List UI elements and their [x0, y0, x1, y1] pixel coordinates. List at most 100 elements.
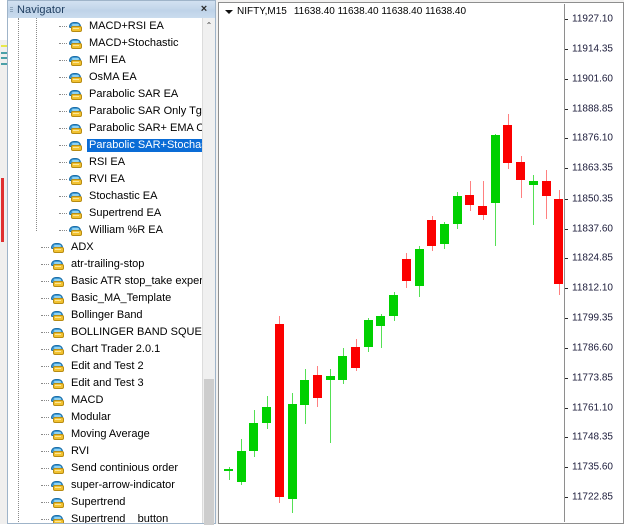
ea-icon	[68, 36, 84, 52]
axis-tick-label: 11888.85	[572, 103, 613, 115]
tree-item[interactable]: Bollinger Band	[8, 307, 204, 324]
mt4-workspace: Navigator × MACD+RSI EA MACD+Stochastic MF…	[0, 0, 624, 525]
tree-item-label: Stochastic EA	[89, 190, 158, 202]
tree-item[interactable]: ADX	[8, 239, 204, 256]
chevron-down-icon[interactable]	[224, 7, 233, 16]
ea-icon	[50, 427, 66, 443]
close-icon[interactable]: ×	[197, 2, 211, 16]
tree-connector	[59, 179, 67, 181]
axis-tick	[565, 467, 568, 468]
tree-spine-depth2-experts	[36, 18, 38, 231]
chart-header[interactable]: NIFTY,M15 11638.40 11638.40 11638.40 116…	[220, 4, 622, 18]
tree-item[interactable]: Supertrend _ button	[8, 511, 204, 523]
axis-tick-label: 11773.85	[572, 372, 613, 384]
navigator-tree-area[interactable]: MACD+RSI EA MACD+Stochastic MFI EA OsMA EA P…	[8, 18, 215, 523]
tree-item-label: Parabolic SAR EA	[89, 88, 179, 100]
ea-icon	[50, 342, 66, 358]
tree-connector	[41, 417, 49, 419]
axis-tick	[565, 348, 568, 349]
axis-tick	[565, 168, 568, 169]
navigator-title-bar[interactable]: Navigator ×	[8, 1, 215, 19]
navigator-title-label: Navigator	[17, 3, 65, 16]
axis-tick-label: 11799.35	[572, 312, 613, 324]
axis-tick	[565, 79, 568, 80]
navigator-tree[interactable]: MACD+RSI EA MACD+Stochastic MFI EA OsMA EA P…	[8, 18, 215, 523]
tree-item-label: Chart Trader 2.0.1	[71, 343, 161, 355]
ea-icon	[50, 461, 66, 477]
axis-tick	[565, 49, 568, 50]
tree-item[interactable]: RVI	[8, 443, 204, 460]
tree-item-label: Bollinger Band	[71, 309, 143, 321]
axis-tick-label: 11722.85	[572, 491, 613, 503]
tree-connector	[59, 145, 67, 147]
navigator-vertical-scrollbar[interactable]: ⌃	[202, 18, 215, 525]
scroll-up-icon[interactable]: ⌃	[203, 18, 215, 32]
tree-connector	[41, 298, 49, 300]
ea-icon	[68, 19, 84, 35]
tree-connector	[59, 60, 67, 62]
chart-plot-area[interactable]	[221, 18, 565, 521]
ea-icon	[50, 376, 66, 392]
tree-item[interactable]: super-arrow-indicator	[8, 477, 204, 494]
ea-icon	[50, 291, 66, 307]
tree-item-label: super-arrow-indicator	[71, 479, 175, 491]
ea-icon	[68, 121, 84, 137]
tree-connector	[41, 383, 49, 385]
tree-spine-depth1	[18, 18, 20, 523]
tree-item-label: MACD+Stochastic	[89, 37, 179, 49]
tree-connector	[41, 247, 49, 249]
tree-item-label: MFI EA	[89, 54, 126, 66]
tree-item[interactable]: Chart Trader 2.0.1	[8, 341, 204, 358]
tree-item[interactable]: Basic_MA_Template	[8, 290, 204, 307]
ea-icon	[50, 274, 66, 290]
chart-frame: NIFTY,M15 11638.40 11638.40 11638.40 116…	[218, 2, 624, 524]
ea-icon	[68, 104, 84, 120]
tree-connector	[59, 162, 67, 164]
axis-tick-label: 11786.60	[572, 342, 613, 354]
tree-item[interactable]: Modular	[8, 409, 204, 426]
axis-tick-label: 11901.60	[572, 73, 613, 85]
axis-tick	[565, 497, 568, 498]
tree-item[interactable]: BOLLINGER BAND SQUEEZE	[8, 324, 215, 341]
axis-tick	[565, 318, 568, 319]
tree-connector	[41, 281, 49, 283]
tree-item-label: OsMA EA	[89, 71, 137, 83]
tree-item-label: Moving Average	[71, 428, 150, 440]
scrollbar-thumb[interactable]	[204, 379, 214, 525]
navigator-panel[interactable]: Navigator × MACD+RSI EA MACD+Stochastic MF…	[7, 0, 216, 525]
axis-tick	[565, 378, 568, 379]
axis-tick-label: 11735.60	[572, 461, 613, 473]
axis-tick	[565, 199, 568, 200]
tree-item-label: atr-trailing-stop	[71, 258, 145, 270]
tree-connector	[41, 502, 49, 504]
chart-window[interactable]: NIFTY,M15 11638.40 11638.40 11638.40 116…	[216, 0, 624, 524]
tree-item-label: William %R EA	[89, 224, 163, 236]
price-axis[interactable]: 11927.10 11914.35 11901.60 11888.85 11876.10…	[564, 4, 622, 522]
tree-connector	[41, 366, 49, 368]
ea-icon	[50, 240, 66, 256]
tree-item[interactable]: Edit and Test 2	[8, 358, 204, 375]
tree-item[interactable]: atr-trailing-stop	[8, 256, 204, 273]
tree-item[interactable]: MACD	[8, 392, 204, 409]
axis-tick	[565, 109, 568, 110]
tree-connector	[59, 94, 67, 96]
ea-icon	[50, 512, 66, 523]
tree-item-label: RVI	[71, 445, 90, 457]
tree-item[interactable]: Basic ATR stop_take expert advi	[8, 273, 215, 290]
tree-connector	[41, 468, 49, 470]
tree-item[interactable]: Supertrend	[8, 494, 204, 511]
axis-tick	[565, 288, 568, 289]
tree-item[interactable]: Moving Average	[8, 426, 204, 443]
tree-item-label: Supertrend	[71, 496, 126, 508]
ea-icon	[68, 53, 84, 69]
candlestick	[221, 18, 565, 521]
tree-connector	[59, 213, 67, 215]
tree-item[interactable]: Edit and Test 3	[8, 375, 204, 392]
axis-tick-label: 11824.85	[572, 252, 613, 264]
ea-icon	[50, 495, 66, 511]
tree-connector	[41, 315, 49, 317]
tree-item[interactable]: Send continious order	[8, 460, 204, 477]
axis-tick-label: 11850.35	[572, 193, 613, 205]
axis-tick	[565, 437, 568, 438]
tree-connector	[41, 485, 49, 487]
